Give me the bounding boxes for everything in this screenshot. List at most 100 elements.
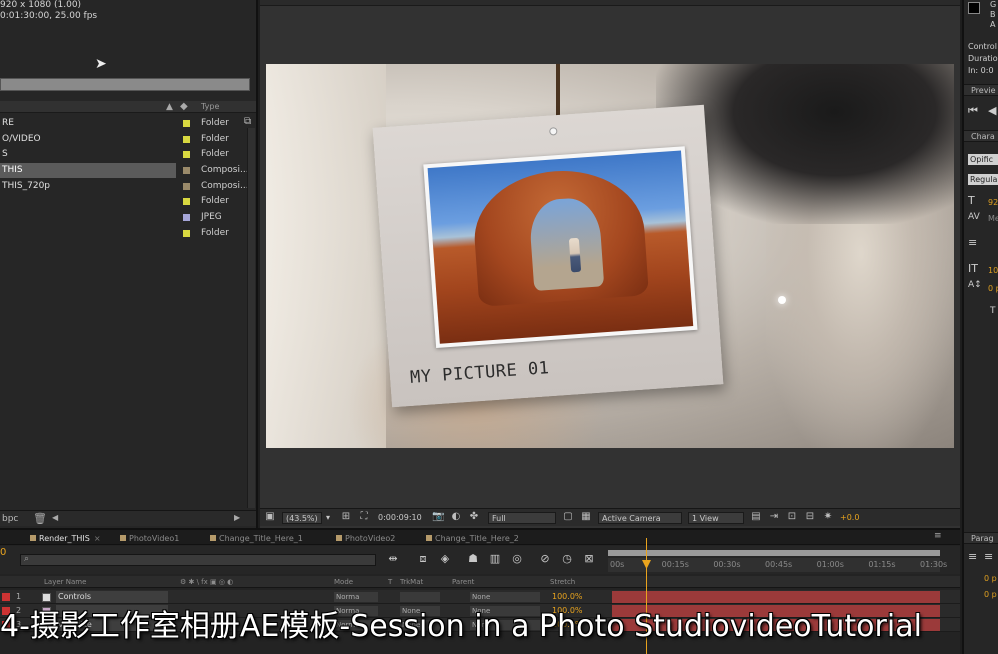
label-color-swatch[interactable] bbox=[183, 198, 190, 206]
safe-zones-icon[interactable]: ⊞ bbox=[340, 511, 352, 523]
mode-column[interactable]: Mode bbox=[334, 578, 353, 586]
motion-blur-icon[interactable]: ◎ bbox=[510, 552, 524, 566]
tab-change-title-1[interactable]: Change_Title_Here_1 bbox=[208, 532, 303, 545]
brainstorm-icon[interactable]: ◷ bbox=[560, 552, 574, 566]
font-family-field[interactable]: Opific bbox=[968, 154, 998, 165]
type-column-header[interactable]: Type bbox=[201, 102, 219, 111]
project-search-input[interactable] bbox=[0, 78, 250, 91]
scroll-right-icon[interactable]: ▶ bbox=[234, 513, 240, 522]
parent-column[interactable]: Parent bbox=[452, 578, 474, 586]
zoom-dropdown[interactable]: (43.5%) bbox=[282, 512, 322, 524]
always-preview-icon[interactable]: ▣ bbox=[264, 511, 276, 523]
skip-to-start-icon[interactable]: ⏮ bbox=[968, 104, 978, 118]
sort-arrow-icon[interactable]: ▲ bbox=[166, 102, 173, 112]
layer-name-column[interactable]: Layer Name bbox=[44, 578, 86, 586]
tab-photovideo1[interactable]: PhotoVideo1 bbox=[118, 532, 179, 545]
timeline-icon[interactable]: ⊡ bbox=[786, 511, 798, 523]
layer-row[interactable]: 1 Controls Norma None 100.0% bbox=[0, 590, 960, 604]
time-ruler[interactable]: 00s 00:15s 00:30s 00:45s 01:00s 01:15s 01:30s bbox=[608, 558, 947, 572]
label-color-swatch[interactable] bbox=[183, 151, 190, 159]
project-item[interactable]: THIS Composi... bbox=[0, 163, 256, 179]
preview-panel-header[interactable]: Previe bbox=[964, 84, 998, 96]
layer-search-input[interactable]: ⌕ bbox=[20, 554, 376, 566]
layer-name[interactable]: Controls bbox=[56, 591, 168, 603]
project-item[interactable]: S Folder bbox=[0, 147, 256, 163]
comp-flowchart-icon[interactable]: ⧈ bbox=[416, 552, 430, 566]
graph-editor-icon[interactable]: ⊘ bbox=[538, 552, 552, 566]
layer-stretch-value[interactable]: 100.0% bbox=[552, 592, 583, 601]
label-color-swatch[interactable] bbox=[183, 182, 190, 190]
panel-menu-icon[interactable]: ≡ bbox=[934, 531, 942, 541]
tab-color-swatch bbox=[210, 535, 216, 541]
current-time[interactable]: 0:00:09:10 bbox=[378, 512, 422, 524]
view-layout-dropdown[interactable]: 1 View bbox=[688, 512, 744, 524]
align-left-icon[interactable]: ≡ bbox=[968, 550, 977, 563]
region-of-interest-icon[interactable]: ▢ bbox=[562, 511, 574, 523]
show-snapshot-icon[interactable]: ◐ bbox=[450, 511, 462, 523]
project-item[interactable]: THIS_720p Composi... bbox=[0, 179, 256, 195]
layer-label-color[interactable] bbox=[2, 593, 10, 601]
flowchart-icon[interactable]: ⧉ bbox=[244, 116, 251, 127]
tab-change-title-2[interactable]: Change_Title_Here_2 bbox=[424, 532, 519, 545]
exposure-value[interactable]: +0.0 bbox=[840, 512, 859, 524]
zoom-chevron-icon[interactable]: ▾ bbox=[326, 512, 330, 524]
faux-bold-icon[interactable]: T bbox=[990, 306, 996, 316]
character-panel-header[interactable]: Chara bbox=[964, 130, 998, 142]
camera-dropdown[interactable]: Active Camera bbox=[598, 512, 682, 524]
mask-visibility-icon[interactable]: ⛶ bbox=[358, 511, 370, 523]
composition-viewport[interactable]: MY PICTURE 01 bbox=[266, 64, 954, 448]
timeline-timecode[interactable]: 0 bbox=[0, 548, 6, 558]
tab-photovideo2[interactable]: PhotoVideo2 bbox=[334, 532, 395, 545]
font-size-value[interactable]: 92 bbox=[988, 198, 998, 207]
draft-3d-icon[interactable]: ◈ bbox=[438, 552, 452, 566]
shy-layers-icon[interactable]: ☗ bbox=[466, 552, 480, 566]
project-scrollbar[interactable] bbox=[247, 128, 255, 508]
label-tag-icon[interactable]: ◆ bbox=[180, 101, 188, 112]
layer-trkmat-dropdown[interactable] bbox=[400, 592, 440, 602]
fast-preview-icon[interactable]: ⇥ bbox=[768, 511, 780, 523]
layer-parent-dropdown[interactable]: None bbox=[470, 592, 540, 602]
layer-duration-bar[interactable] bbox=[612, 591, 940, 603]
tab-render-this[interactable]: Render_THIS × bbox=[28, 532, 101, 545]
project-item[interactable]: RE Folder bbox=[0, 116, 256, 132]
paragraph-panel-header[interactable]: Parag bbox=[964, 532, 998, 544]
label-color-swatch[interactable] bbox=[183, 167, 190, 175]
leading-value[interactable]: 10 bbox=[988, 266, 998, 275]
bit-depth-label[interactable]: bpc bbox=[2, 514, 18, 524]
trkmat-column[interactable]: TrkMat bbox=[400, 578, 423, 586]
light-flare bbox=[778, 296, 786, 304]
project-item[interactable]: Folder bbox=[0, 226, 256, 242]
scroll-left-icon[interactable]: ◀ bbox=[52, 513, 58, 522]
frame-blending-icon[interactable]: ▥ bbox=[488, 552, 502, 566]
work-area-bar[interactable] bbox=[608, 550, 940, 556]
label-color-swatch[interactable] bbox=[183, 229, 190, 237]
close-icon[interactable]: × bbox=[94, 534, 101, 543]
live-update-icon[interactable]: ⇹ bbox=[386, 552, 400, 566]
project-item[interactable]: Folder bbox=[0, 194, 256, 210]
timeline-options-icon[interactable]: ⊠ bbox=[582, 552, 596, 566]
snapshot-icon[interactable]: 📷 bbox=[432, 511, 444, 523]
kerning-metrics[interactable]: Me bbox=[988, 214, 998, 223]
baseline-value[interactable]: 0 p bbox=[988, 284, 998, 293]
resolution-dropdown[interactable]: Full bbox=[488, 512, 556, 524]
transparency-grid-icon[interactable]: ▦ bbox=[580, 511, 592, 523]
composition-tab-strip bbox=[260, 0, 960, 6]
step-back-icon[interactable]: ◀ bbox=[988, 104, 996, 117]
project-item[interactable]: O/VIDEO Folder bbox=[0, 132, 256, 148]
label-color-swatch[interactable] bbox=[183, 135, 190, 143]
flowchart-view-icon[interactable]: ⊟ bbox=[804, 511, 816, 523]
stretch-column[interactable]: Stretch bbox=[550, 578, 575, 586]
label-color-swatch[interactable] bbox=[183, 214, 190, 222]
layer-mode-dropdown[interactable]: Norma bbox=[334, 592, 378, 602]
trash-icon[interactable]: 🗑 bbox=[33, 512, 47, 525]
label-color-swatch[interactable] bbox=[183, 120, 190, 127]
font-style-field[interactable]: Regula bbox=[968, 174, 998, 185]
project-item[interactable]: JPEG bbox=[0, 210, 256, 226]
channel-icon[interactable]: ✤ bbox=[468, 511, 480, 523]
pixel-aspect-icon[interactable]: ▤ bbox=[750, 511, 762, 523]
indent-first-value[interactable]: 0 p bbox=[984, 590, 997, 599]
indent-left-value[interactable]: 0 p bbox=[984, 574, 997, 583]
character-header-label: Chara bbox=[971, 132, 995, 141]
exposure-reset-icon[interactable]: ✷ bbox=[822, 511, 834, 523]
align-center-icon[interactable]: ≡ bbox=[984, 550, 993, 563]
